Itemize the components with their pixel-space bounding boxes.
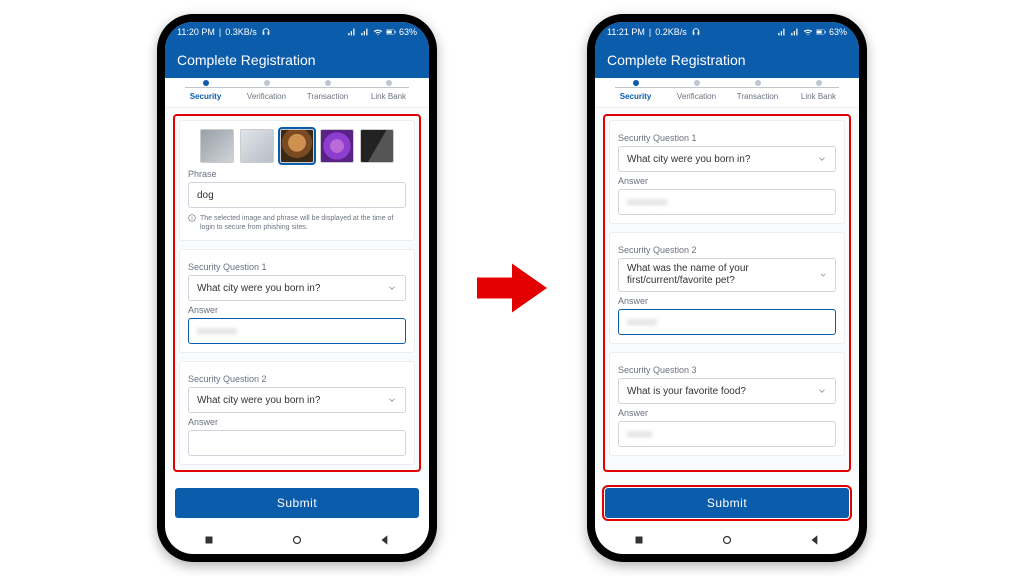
app-bar: Complete Registration — [165, 42, 429, 78]
q3-select[interactable]: What is your favorite food? — [618, 378, 836, 404]
submit-row: Submit — [595, 480, 859, 526]
q1-card: Security Question 1 What city were you b… — [179, 249, 415, 353]
status-bar: 11:20 PM | 0.3KB/s 63% — [165, 22, 429, 42]
signal-icon — [360, 27, 370, 37]
home-icon[interactable] — [290, 533, 304, 547]
status-right: 63% — [777, 27, 847, 37]
back-icon[interactable] — [378, 533, 392, 547]
wifi-icon — [373, 27, 383, 37]
q3-answer-input[interactable]: xxxxx — [618, 421, 836, 447]
headphone-icon — [261, 27, 271, 37]
page-title: Complete Registration — [607, 52, 746, 68]
image-option[interactable] — [200, 129, 234, 163]
stepper: Security Verification Transaction Link B… — [165, 78, 429, 108]
headphone-icon — [691, 27, 701, 37]
phrase-label: Phrase — [188, 169, 406, 179]
q2-select[interactable]: What was the name of your first/current/… — [618, 258, 836, 292]
status-left: 11:21 PM | 0.2KB/s — [607, 27, 701, 37]
chevron-down-icon — [387, 395, 397, 405]
page-title: Complete Registration — [177, 52, 316, 68]
status-left: 11:20 PM | 0.3KB/s — [177, 27, 271, 37]
step-linkbank[interactable]: Link Bank — [788, 84, 849, 101]
step-verification[interactable]: Verification — [666, 84, 727, 101]
status-time: 11:21 PM — [607, 27, 645, 37]
step-transaction[interactable]: Transaction — [297, 84, 358, 101]
recent-apps-icon[interactable] — [202, 533, 216, 547]
step-security[interactable]: Security — [605, 84, 666, 101]
phrase-input[interactable]: dog — [188, 182, 406, 208]
android-nav — [595, 526, 859, 554]
image-option-selected[interactable] — [280, 129, 314, 163]
back-icon[interactable] — [808, 533, 822, 547]
arrow-right-icon — [477, 258, 547, 318]
image-option[interactable] — [360, 129, 394, 163]
q1-label: Security Question 1 — [618, 133, 836, 143]
content: Phrase dog The selected image and phrase… — [165, 108, 429, 480]
q2-label: Security Question 2 — [618, 245, 836, 255]
q2-answer-input[interactable] — [188, 430, 406, 456]
phrase-card: Phrase dog The selected image and phrase… — [179, 120, 415, 241]
status-time: 11:20 PM — [177, 27, 215, 37]
image-option[interactable] — [240, 129, 274, 163]
chevron-down-icon — [819, 270, 827, 280]
status-rate: 0.3KB/s — [225, 27, 257, 37]
q1-answer-label: Answer — [618, 176, 836, 186]
info-icon — [188, 214, 196, 222]
content: Security Question 1 What city were you b… — [595, 108, 859, 480]
home-icon[interactable] — [720, 533, 734, 547]
step-verification[interactable]: Verification — [236, 84, 297, 101]
q1-label: Security Question 1 — [188, 262, 406, 272]
screen: 11:20 PM | 0.3KB/s 63% Complete Registra… — [165, 22, 429, 554]
recent-apps-icon[interactable] — [632, 533, 646, 547]
q2-label: Security Question 2 — [188, 374, 406, 384]
q2-card: Security Question 2 What was the name of… — [609, 232, 845, 344]
step-linkbank[interactable]: Link Bank — [358, 84, 419, 101]
submit-button[interactable]: Submit — [175, 488, 419, 518]
battery-icon — [816, 27, 826, 37]
status-bar: 11:21 PM | 0.2KB/s 63% — [595, 22, 859, 42]
q2-answer-input[interactable]: xxxxxx — [618, 309, 836, 335]
q1-select[interactable]: What city were you born in? — [618, 146, 836, 172]
chevron-down-icon — [817, 154, 827, 164]
q3-answer-label: Answer — [618, 408, 836, 418]
signal-icon — [790, 27, 800, 37]
q3-card: Security Question 3 What is your favorit… — [609, 352, 845, 456]
chevron-down-icon — [387, 283, 397, 293]
status-rate: 0.2KB/s — [655, 27, 687, 37]
status-right: 63% — [347, 27, 417, 37]
flow-arrow — [477, 258, 547, 318]
q2-answer-label: Answer — [188, 417, 406, 427]
chevron-down-icon — [817, 386, 827, 396]
q1-answer-input[interactable]: xxxxxxxx — [188, 318, 406, 344]
signal-icon — [347, 27, 357, 37]
battery-pct: 63% — [399, 27, 417, 37]
image-option[interactable] — [320, 129, 354, 163]
signal-icon — [777, 27, 787, 37]
q2-select[interactable]: What city were you born in? — [188, 387, 406, 413]
phone-left: 11:20 PM | 0.3KB/s 63% Complete Registra… — [157, 14, 437, 562]
battery-icon — [386, 27, 396, 37]
q1-answer-label: Answer — [188, 305, 406, 315]
phrase-info: The selected image and phrase will be di… — [188, 214, 406, 232]
image-picker — [188, 129, 406, 163]
step-security[interactable]: Security — [175, 84, 236, 101]
q1-select[interactable]: What city were you born in? — [188, 275, 406, 301]
q2-answer-label: Answer — [618, 296, 836, 306]
stepper: Security Verification Transaction Link B… — [595, 78, 859, 108]
screen: 11:21 PM | 0.2KB/s 63% Complete Registra… — [595, 22, 859, 554]
phone-right: 11:21 PM | 0.2KB/s 63% Complete Registra… — [587, 14, 867, 562]
battery-pct: 63% — [829, 27, 847, 37]
wifi-icon — [803, 27, 813, 37]
highlight-box: Phrase dog The selected image and phrase… — [173, 114, 421, 472]
app-bar: Complete Registration — [595, 42, 859, 78]
q2-card: Security Question 2 What city were you b… — [179, 361, 415, 465]
q1-answer-input[interactable]: xxxxxxxx — [618, 189, 836, 215]
android-nav — [165, 526, 429, 554]
submit-button[interactable]: Submit — [605, 488, 849, 518]
q1-card: Security Question 1 What city were you b… — [609, 120, 845, 224]
q3-label: Security Question 3 — [618, 365, 836, 375]
step-transaction[interactable]: Transaction — [727, 84, 788, 101]
highlight-box: Security Question 1 What city were you b… — [603, 114, 851, 472]
submit-row: Submit — [165, 480, 429, 526]
